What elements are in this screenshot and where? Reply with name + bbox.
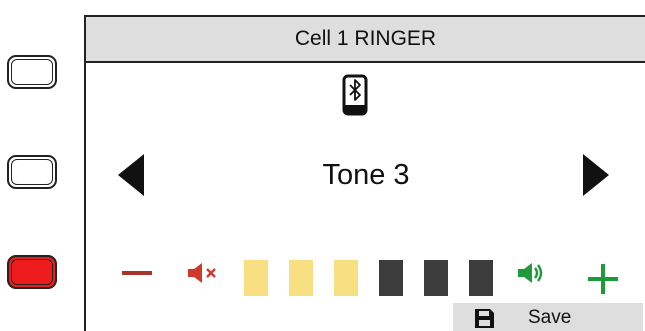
volume-segment-1[interactable] <box>244 260 268 296</box>
side-button-top[interactable] <box>7 55 57 89</box>
page-title: Cell 1 RINGER <box>294 27 437 50</box>
floppy-disk-icon <box>475 308 494 328</box>
volume-segment-5[interactable] <box>424 260 448 296</box>
save-label: Save <box>528 307 572 328</box>
save-button[interactable]: Save <box>453 303 643 331</box>
mute-speaker-icon[interactable] <box>187 262 219 284</box>
display-screen: Cell 1 RINGER Tone 3 Save <box>84 15 645 331</box>
side-button-bottom[interactable] <box>7 255 57 289</box>
volume-segment-3[interactable] <box>334 260 358 296</box>
device-panel: Cell 1 RINGER Tone 3 Save <box>0 0 645 331</box>
title-bar: Cell 1 RINGER <box>86 17 645 63</box>
plus-icon[interactable] <box>588 264 618 294</box>
minus-icon[interactable] <box>122 271 152 275</box>
side-button-middle[interactable] <box>7 155 57 189</box>
speaker-icon[interactable] <box>517 262 545 284</box>
bluetooth-phone-icon <box>342 74 368 116</box>
right-arrow-icon[interactable] <box>583 154 609 196</box>
left-arrow-icon[interactable] <box>118 154 144 196</box>
volume-segment-2[interactable] <box>289 260 313 296</box>
volume-segment-4[interactable] <box>379 260 403 296</box>
tone-value: Tone 3 <box>322 159 410 191</box>
volume-segment-6[interactable] <box>469 260 493 296</box>
